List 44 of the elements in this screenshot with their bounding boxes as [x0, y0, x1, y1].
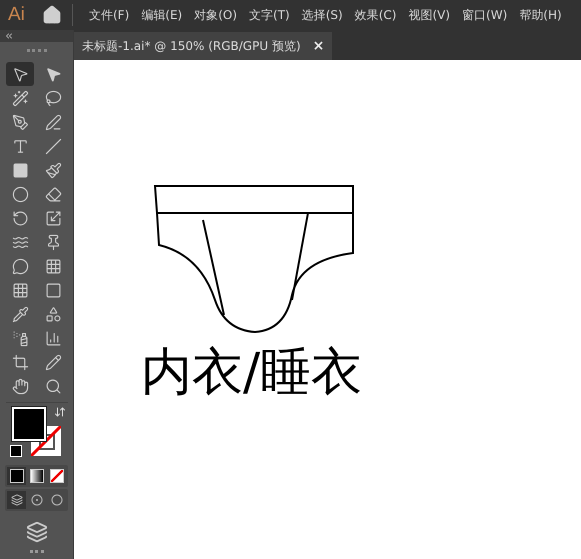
home-icon[interactable] — [42, 4, 73, 26]
menu-item[interactable]: 窗口(W) — [456, 6, 514, 24]
symbol-sprayer-icon — [12, 330, 28, 346]
lasso-icon — [44, 90, 62, 106]
scale-icon — [44, 210, 62, 226]
tab-title: 未标题-1.ai* @ 150% (RGB/GPU 预览) — [82, 38, 301, 54]
tool-button[interactable] — [6, 62, 34, 86]
menu-item[interactable]: 文件(F) — [83, 6, 136, 24]
mesh-icon — [12, 282, 28, 298]
menu-item[interactable]: 对象(O) — [188, 6, 244, 24]
menu-item[interactable]: 选择(S) — [296, 6, 349, 24]
canvas-text: 内衣/睡衣 — [141, 342, 362, 404]
grip-icon[interactable] — [26, 49, 46, 55]
rectangle-icon — [12, 162, 28, 178]
draw-normal-button[interactable] — [7, 491, 26, 509]
swap-icon[interactable] — [54, 406, 66, 418]
magic-wand-icon — [12, 90, 28, 106]
menu-item[interactable]: 视图(V) — [402, 6, 456, 24]
none-mode-button[interactable] — [47, 467, 66, 485]
menu-item[interactable]: 编辑(E) — [135, 6, 188, 24]
paintbrush-icon — [44, 162, 62, 178]
rotate-icon — [12, 210, 28, 226]
close-button[interactable]: × — [312, 38, 324, 54]
fill-swatch[interactable] — [12, 407, 46, 441]
app-logo: Ai — [8, 4, 26, 26]
screen-mode-icon[interactable] — [26, 521, 48, 543]
eraser-icon — [44, 186, 62, 202]
bar-graph-icon — [44, 330, 62, 346]
gradient-mode-button[interactable] — [27, 467, 46, 485]
color-mode-button[interactable] — [7, 467, 26, 485]
default-colors-icon[interactable] — [10, 445, 22, 457]
pen-icon — [12, 114, 28, 130]
menu-item[interactable]: 效果(C) — [348, 6, 402, 24]
line-icon — [44, 138, 62, 154]
filled-arrow-icon — [44, 66, 62, 82]
document-tab[interactable]: 未标题-1.ai* @ 150% (RGB/GPU 预览) × — [74, 32, 332, 60]
menu-item[interactable]: 文字(T) — [243, 6, 296, 24]
hand-icon — [12, 378, 28, 394]
menu-item[interactable]: 帮助(H) — [513, 6, 568, 24]
selection-arrow-icon — [12, 66, 28, 82]
zoom-icon — [44, 378, 62, 394]
eyedropper-icon — [12, 306, 28, 322]
collapse-icon[interactable] — [4, 31, 14, 41]
type-icon — [12, 138, 28, 154]
